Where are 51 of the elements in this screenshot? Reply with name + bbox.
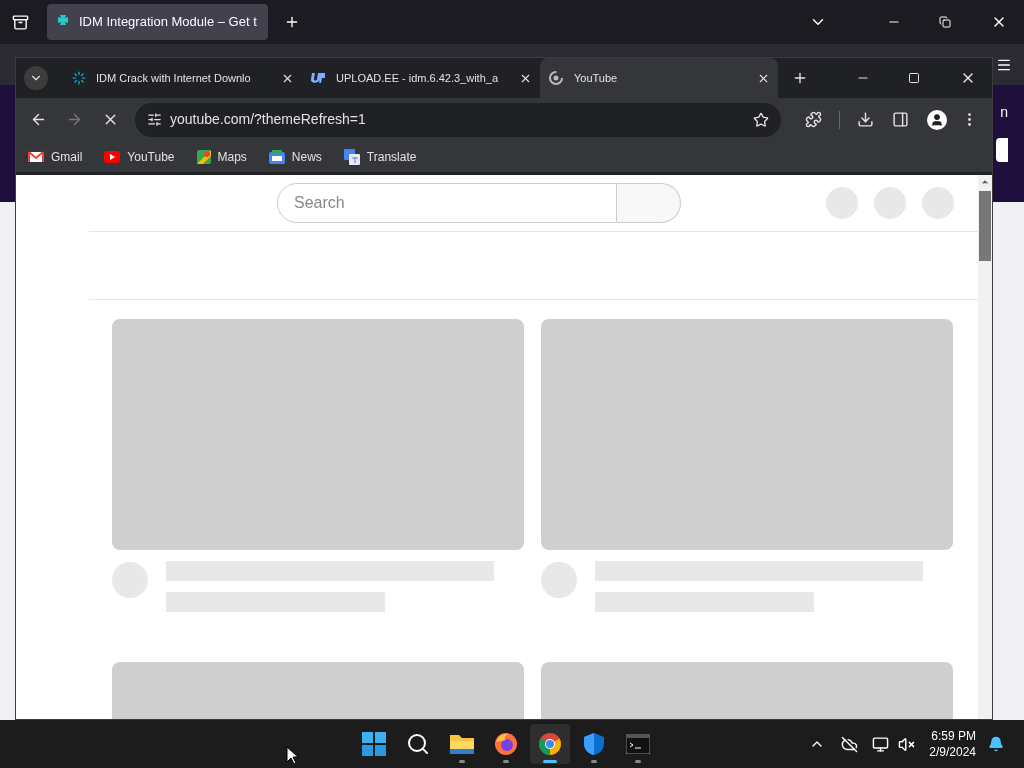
loading-icon: [548, 70, 564, 86]
back-icon[interactable]: [30, 111, 47, 128]
taskbar-app[interactable]: [530, 724, 570, 764]
maximize-icon[interactable]: [908, 72, 920, 84]
cloud-off-icon[interactable]: [841, 735, 859, 753]
scrollbar[interactable]: [978, 175, 992, 719]
page-text: n: [1000, 103, 1008, 122]
map-pin-icon: [196, 149, 211, 164]
bookmark[interactable]: News: [268, 147, 322, 166]
windows-logo-icon: [362, 732, 386, 756]
mouse-cursor-icon: [286, 745, 298, 765]
upload-logo-icon: [310, 72, 326, 84]
speaker-muted-icon[interactable]: [898, 735, 916, 753]
clock-time[interactable]: 6:59 PM: [931, 728, 976, 744]
network-icon[interactable]: [872, 735, 890, 753]
search-icon: [406, 732, 430, 756]
terminal-icon: [626, 734, 650, 754]
download-icon[interactable]: [857, 111, 874, 128]
bookmark[interactable]: Translate: [343, 147, 417, 166]
tab-search-button[interactable]: [24, 66, 48, 90]
spinner-icon: [72, 71, 86, 85]
new-tab-icon[interactable]: [792, 70, 808, 86]
folder-icon: [449, 733, 475, 755]
shield-icon: [583, 732, 605, 756]
newspaper-icon: [268, 149, 285, 164]
side-panel-icon[interactable]: [892, 111, 909, 128]
scrollbar-thumb[interactable]: [979, 191, 991, 261]
scroll-up-icon[interactable]: [980, 177, 990, 187]
bookmark[interactable]: Gmail: [28, 147, 83, 166]
mail-icon: [28, 150, 44, 163]
address-bar[interactable]: youtube.com/?themeRefresh=1: [135, 102, 781, 137]
notifications-icon[interactable]: [988, 736, 1004, 752]
profile-avatar[interactable]: [927, 109, 947, 130]
browser-tab[interactable]: YouTube: [540, 58, 778, 98]
new-tab-icon[interactable]: [284, 14, 300, 30]
bookmark[interactable]: Maps: [196, 147, 247, 166]
browser-tab[interactable]: IDM Crack with Internet Downlo: [64, 58, 302, 98]
forward-icon[interactable]: [66, 111, 83, 128]
browser-tab[interactable]: IDM Integration Module – Get t: [47, 4, 268, 40]
fox-globe-icon: [494, 732, 518, 756]
bookmark[interactable]: YouTube: [104, 147, 175, 166]
chrome-logo-icon: [538, 732, 562, 756]
restore-icon[interactable]: [939, 16, 951, 28]
browser-tab[interactable]: UPLOAD.EE - idm.6.42.3_with_a: [302, 58, 540, 98]
extensions-icon[interactable]: [805, 111, 822, 128]
firefox-view-icon[interactable]: [11, 13, 29, 31]
bookmark-star-icon[interactable]: [753, 111, 769, 128]
site-info-icon[interactable]: [147, 112, 162, 127]
translate-icon: [343, 148, 360, 165]
clock-date[interactable]: 2/9/2024: [929, 744, 976, 760]
play-icon: [104, 150, 121, 163]
